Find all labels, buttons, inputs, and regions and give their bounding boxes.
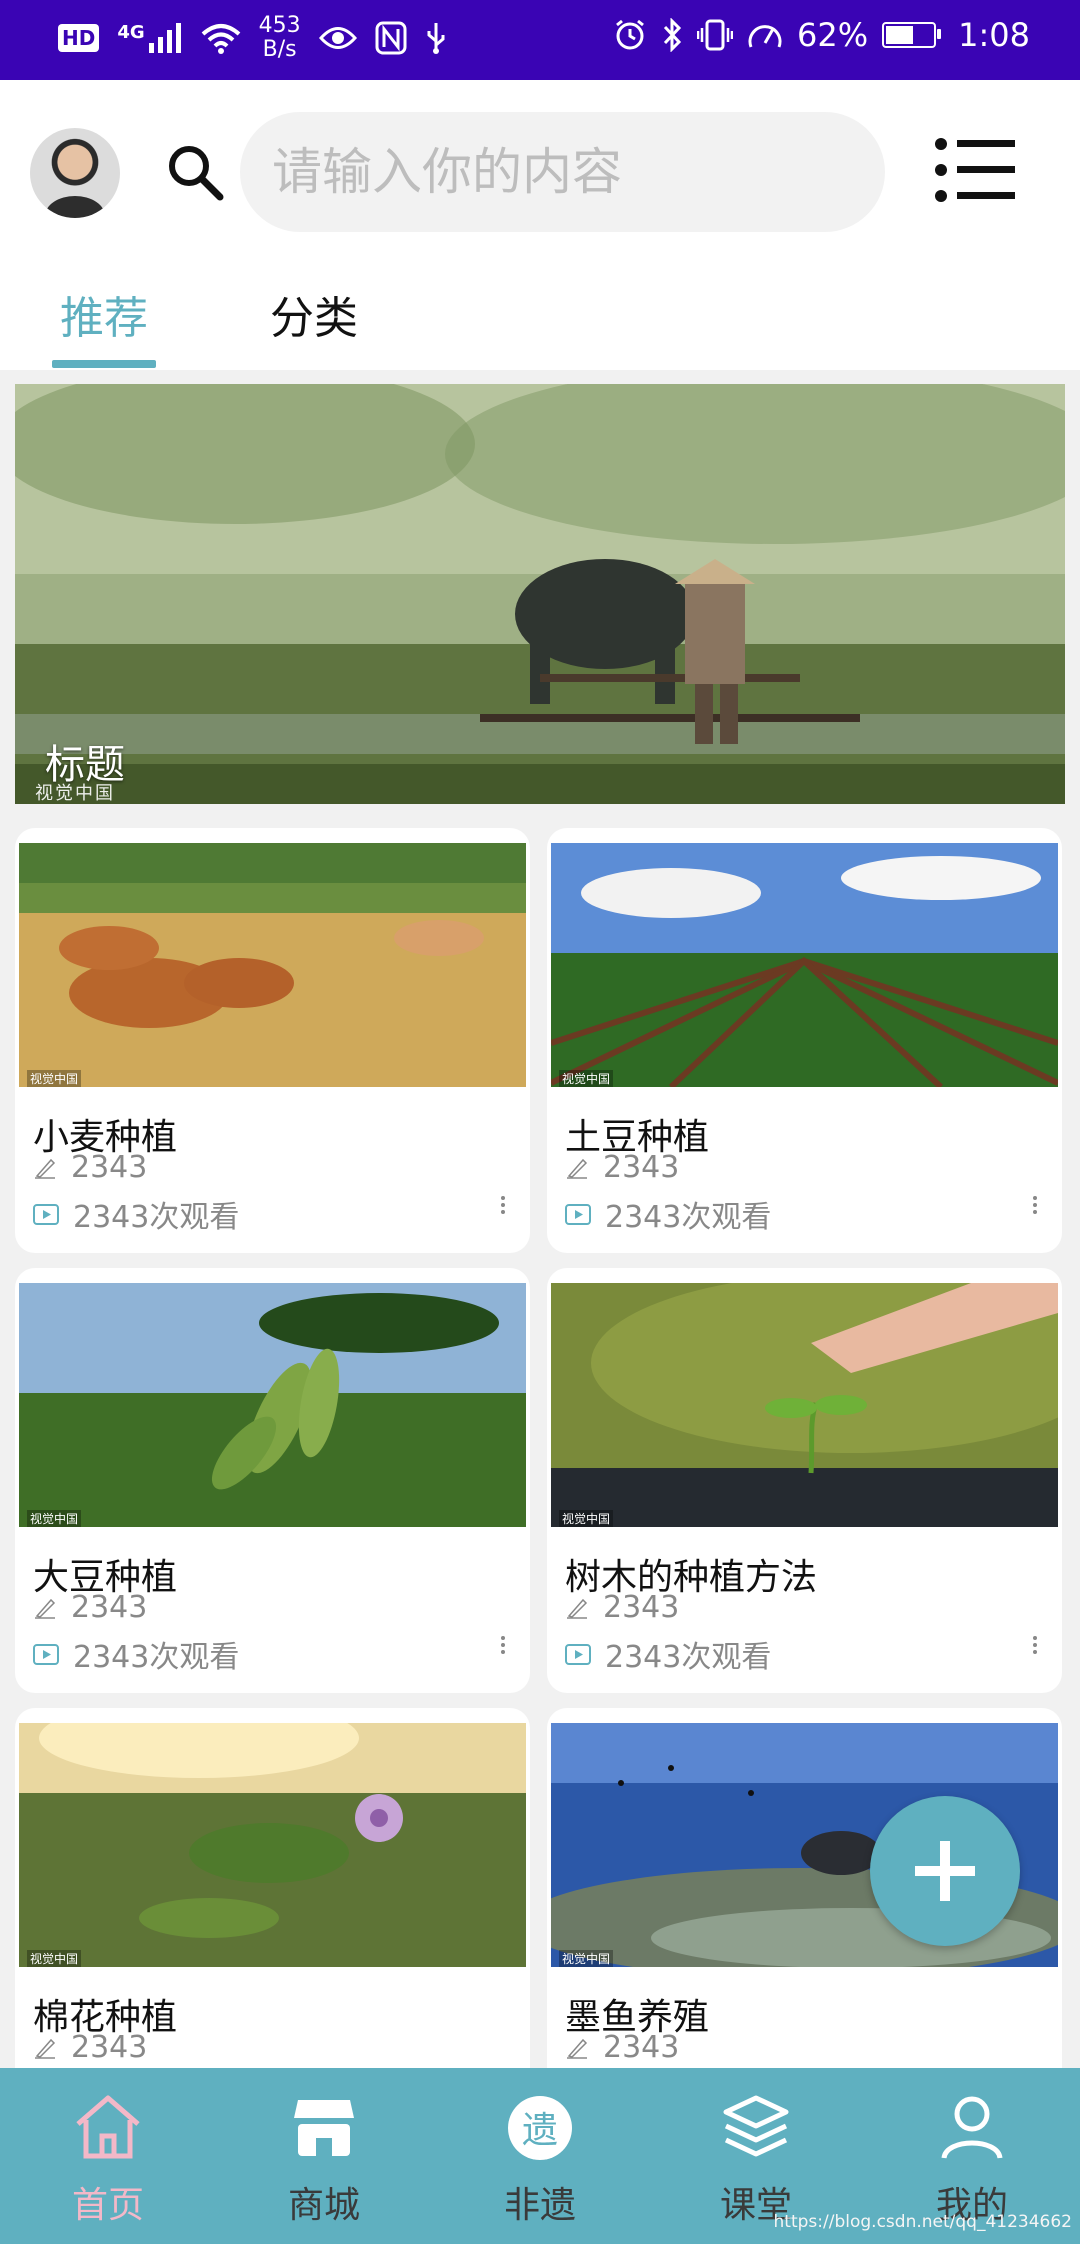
home-icon [76, 2095, 140, 2159]
nav-store[interactable]: 商城 [216, 2068, 432, 2244]
play-icon [33, 1204, 59, 1225]
pen-icon [567, 1598, 588, 1619]
heritage-icon: 遗 [508, 2096, 572, 2160]
video-card[interactable]: 视觉中国 大豆种植 2343 2343次观看 [15, 1268, 530, 1693]
pen-icon [567, 1158, 588, 1179]
clock: 1:08 [958, 16, 1030, 54]
menu-icon[interactable] [935, 138, 1015, 202]
eye-icon [318, 27, 357, 49]
store-icon [294, 2100, 354, 2156]
usb-icon [427, 23, 445, 54]
tab-bar: 推荐 分类 [0, 272, 1080, 370]
card-author-count: 2343 [71, 1150, 148, 1185]
card-watermark: 视觉中国 [27, 1950, 82, 1967]
bluetooth-icon [663, 18, 682, 52]
card-watermark: 视觉中国 [559, 1950, 614, 1967]
header: 推荐 分类 [0, 80, 1080, 370]
tab-indicator [52, 360, 156, 368]
card-views: 2343次观看 [605, 1200, 772, 1235]
card-image: 视觉中国 [19, 1283, 526, 1527]
card-author-count: 2343 [603, 1150, 680, 1185]
more-icon[interactable] [500, 1634, 506, 1656]
nav-label: 首页 [71, 2185, 144, 2226]
card-image: 视觉中国 [19, 1723, 526, 1967]
more-icon[interactable] [500, 1194, 506, 1216]
vibrate-icon [697, 19, 734, 51]
pen-icon [35, 1158, 56, 1179]
card-views: 2343次观看 [73, 1640, 240, 1675]
speedometer-icon [748, 25, 782, 48]
nav-label: 非遗 [503, 2185, 576, 2226]
nav-heritage[interactable]: 遗 非遗 [432, 2068, 648, 2244]
card-author-count: 2343 [71, 2030, 148, 2065]
card-author-row: 2343 [565, 1150, 679, 1185]
search-icon[interactable] [165, 142, 225, 202]
card-author-row: 2343 [33, 1150, 147, 1185]
layers-icon [723, 2095, 789, 2157]
card-views: 2343次观看 [605, 1640, 772, 1675]
hd-badge: HD [58, 24, 100, 52]
card-image: 视觉中国 [19, 843, 526, 1087]
card-author-count: 2343 [603, 2030, 680, 2065]
battery-icon [882, 22, 942, 48]
card-author-row: 2343 [33, 2030, 147, 2065]
search-box[interactable] [240, 112, 885, 232]
tab-recommend[interactable]: 推荐 [60, 282, 148, 346]
video-card[interactable]: 视觉中国 土豆种植 2343 2343次观看 [547, 828, 1062, 1253]
pen-icon [35, 2038, 56, 2059]
card-author-row: 2343 [33, 1590, 147, 1625]
avatar[interactable] [30, 128, 120, 218]
network-type: 4G [117, 21, 145, 43]
user-icon [941, 2096, 1003, 2159]
play-icon [565, 1644, 591, 1665]
card-watermark: 视觉中国 [27, 1510, 82, 1527]
pen-icon [567, 2038, 588, 2059]
card-image: 视觉中国 [551, 843, 1058, 1087]
svg-text:遗: 遗 [522, 2110, 558, 2151]
card-author-count: 2343 [603, 1590, 680, 1625]
card-views-row: 2343次观看 [33, 1632, 239, 1676]
search-input[interactable] [240, 112, 885, 232]
card-views-row: 2343次观看 [565, 1192, 771, 1236]
nav-label: 商城 [287, 2185, 360, 2226]
card-watermark: 视觉中国 [27, 1070, 82, 1087]
watermark-url: https://blog.csdn.net/qq_41234662 [773, 2212, 1072, 2232]
more-icon[interactable] [1032, 1634, 1038, 1656]
card-watermark: 视觉中国 [559, 1070, 614, 1087]
banner-image [15, 384, 1065, 804]
tab-category[interactable]: 分类 [270, 282, 358, 346]
card-watermark: 视觉中国 [559, 1510, 614, 1527]
signal-icon [148, 23, 181, 53]
card-author-count: 2343 [71, 1590, 148, 1625]
video-card[interactable]: 视觉中国 树木的种植方法 2343 2343次观看 [547, 1268, 1062, 1693]
play-icon [565, 1204, 591, 1225]
more-icon[interactable] [1032, 1194, 1038, 1216]
card-views-row: 2343次观看 [565, 1632, 771, 1676]
play-icon [33, 1644, 59, 1665]
net-speed: 453 B/s [258, 13, 301, 62]
nfc-icon [375, 21, 407, 55]
pen-icon [35, 1598, 56, 1619]
plus-icon [915, 1841, 975, 1901]
nav-home[interactable]: 首页 [0, 2068, 216, 2244]
banner[interactable]: 标题 视觉中国 [15, 384, 1065, 804]
card-views: 2343次观看 [73, 1200, 240, 1235]
banner-watermark: 视觉中国 [35, 783, 115, 804]
battery-percent: 62% [797, 16, 869, 54]
wifi-icon [201, 24, 240, 54]
card-author-row: 2343 [565, 2030, 679, 2065]
card-views-row: 2343次观看 [33, 1192, 239, 1236]
card-image: 视觉中国 [551, 1283, 1058, 1527]
video-card[interactable]: 视觉中国 小麦种植 2343 2343次观看 [15, 828, 530, 1253]
add-button[interactable] [870, 1796, 1020, 1946]
alarm-icon [616, 19, 644, 50]
card-author-row: 2343 [565, 1590, 679, 1625]
status-bar: HD 4G 453 B/s 62% 1:08 [0, 0, 1080, 80]
